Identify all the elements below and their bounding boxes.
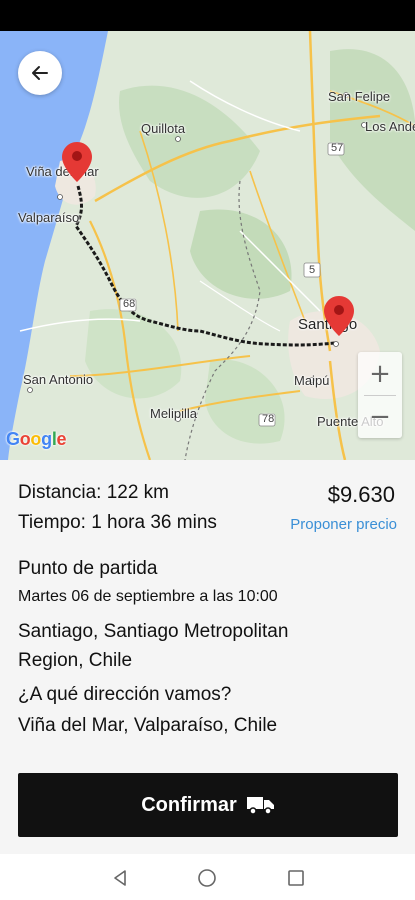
time-text: Tiempo: 1 hora 36 mins xyxy=(18,512,217,533)
arrow-left-icon xyxy=(32,66,48,80)
route-shield-68: 68 xyxy=(123,298,136,310)
confirm-button[interactable]: Confirmar xyxy=(18,773,398,837)
map-label-maipu: Maipú xyxy=(294,373,330,388)
map-label-san-antonio: San Antonio xyxy=(23,372,94,387)
route-shield-57: 57 xyxy=(331,142,344,154)
route-map[interactable]: 57 5 68 78 Viña del Mar Valparaíso Quill… xyxy=(0,31,415,460)
destination-address[interactable]: Viña del Mar, Valparaíso, Chile xyxy=(18,711,348,740)
back-button[interactable] xyxy=(18,51,62,95)
map-label-los-andes: Los Andes xyxy=(365,119,415,134)
origin-title: Punto de partida xyxy=(18,558,158,579)
origin-pin-icon[interactable] xyxy=(62,142,92,182)
square-recents-icon xyxy=(288,870,304,886)
map-label-san-felipe: San Felipe xyxy=(328,89,391,104)
confirm-button-label: Confirmar xyxy=(141,793,237,816)
zoom-out-button[interactable]: − xyxy=(358,395,402,438)
nav-back-button[interactable] xyxy=(108,866,132,890)
map-label-quillota: Quillota xyxy=(141,121,186,136)
circle-home-icon xyxy=(198,869,216,887)
truck-icon xyxy=(246,797,274,815)
nav-home-button[interactable] xyxy=(195,866,219,890)
distance-text: Distancia: 122 km xyxy=(18,482,170,503)
origin-address: Santiago, Santiago Metropolitan Region, … xyxy=(18,621,289,671)
route-shield-5: 5 xyxy=(309,264,316,276)
zoom-in-button[interactable]: + xyxy=(358,352,402,395)
system-nav-bar xyxy=(0,854,415,900)
destination-pin-icon[interactable] xyxy=(324,296,354,336)
destination-title: ¿A qué dirección vamos? xyxy=(18,684,232,705)
map-label-valparaiso: Valparaíso xyxy=(18,210,80,225)
trip-details-sheet: Distancia: 122 km Tiempo: 1 hora 36 mins… xyxy=(0,460,415,854)
origin-datetime: Martes 06 de septiembre a las 10:00 xyxy=(18,588,278,605)
propose-price-link[interactable]: Proponer precio xyxy=(290,516,397,533)
zoom-controls: + − xyxy=(358,352,402,438)
status-bar xyxy=(0,0,415,31)
map-label-melipilla: Melipilla xyxy=(150,406,197,421)
triangle-back-icon xyxy=(114,870,126,886)
price-text: $9.630 xyxy=(327,482,395,507)
google-logo: Google xyxy=(6,429,67,449)
route-shield-78: 78 xyxy=(262,413,275,425)
nav-recents-button[interactable] xyxy=(284,866,308,890)
